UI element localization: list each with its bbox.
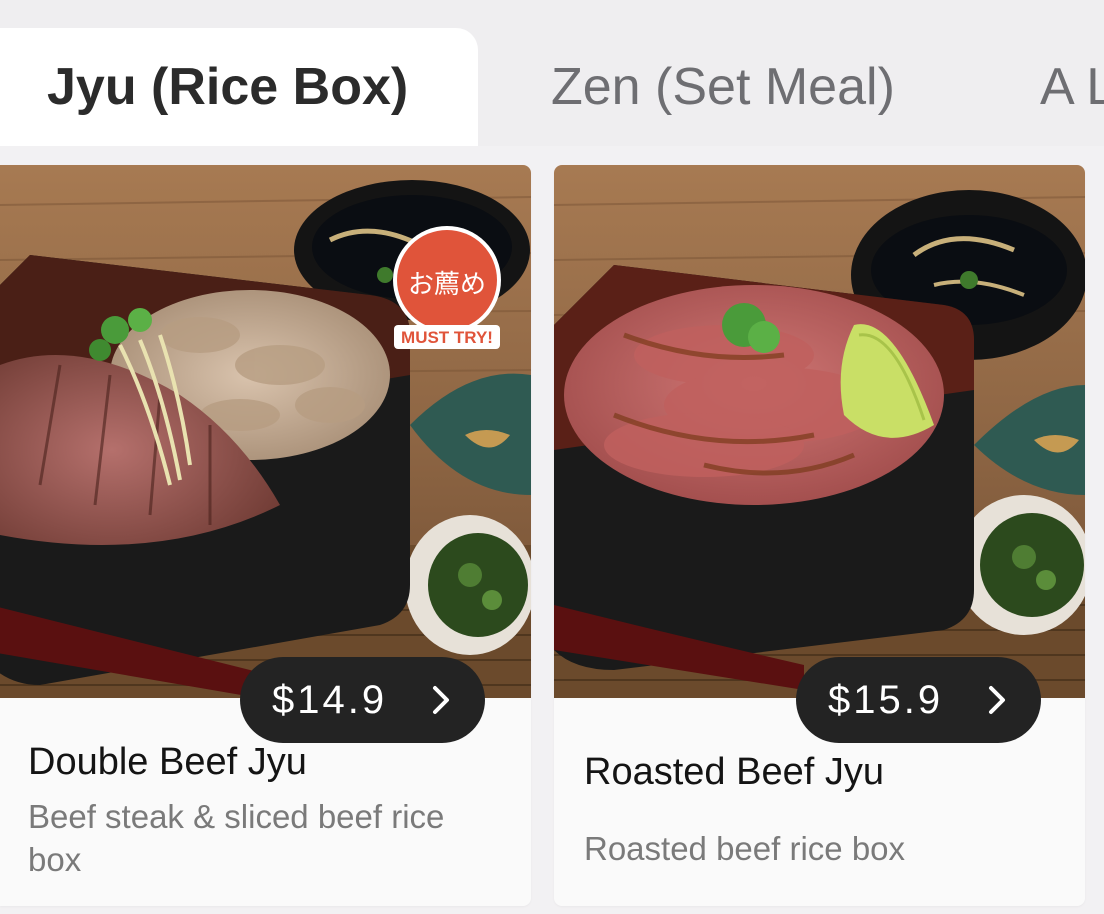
badge-en-text: MUST TRY! xyxy=(401,328,493,347)
must-try-badge: お薦め MUST TRY! xyxy=(392,225,502,355)
menu-item-card[interactable]: $15.9 Roasted Beef Jyu Roasted beef rice… xyxy=(554,165,1085,906)
price-button[interactable]: $14.9 xyxy=(240,657,485,743)
item-name: Roasted Beef Jyu xyxy=(584,751,884,793)
price-label: $14.9 xyxy=(272,677,388,722)
badge-jp-text: お薦め xyxy=(408,270,486,300)
price-label: $15.9 xyxy=(828,677,944,722)
item-name: Double Beef Jyu xyxy=(28,741,307,783)
menu-page: Jyu (Rice Box) Zen (Set Meal) A L お薦め MU… xyxy=(0,0,1104,914)
item-description: Roasted beef rice box xyxy=(584,830,906,867)
category-tabs: Jyu (Rice Box) Zen (Set Meal) A L xyxy=(0,0,1104,146)
tab-label: Jyu (Rice Box) xyxy=(47,58,409,116)
tab-a-la-carte[interactable]: A L xyxy=(1040,28,1104,146)
tab-label: Zen (Set Meal) xyxy=(551,58,895,116)
dish-photo: お薦め MUST TRY! xyxy=(0,165,531,698)
tab-zen-set-meal[interactable]: Zen (Set Meal) xyxy=(551,28,895,146)
item-description: Beef steak & sliced beef rice box xyxy=(28,798,445,878)
price-button[interactable]: $15.9 xyxy=(796,657,1041,743)
tab-jyu-rice-box[interactable]: Jyu (Rice Box) xyxy=(0,28,478,146)
chevron-right-icon xyxy=(989,686,1005,714)
dish-photo xyxy=(554,165,1085,698)
tab-label: A L xyxy=(1040,58,1104,116)
chevron-right-icon xyxy=(433,686,449,714)
menu-item-card[interactable]: お薦め MUST TRY! $14.9 Double Beef Jyu Beef… xyxy=(0,165,531,906)
